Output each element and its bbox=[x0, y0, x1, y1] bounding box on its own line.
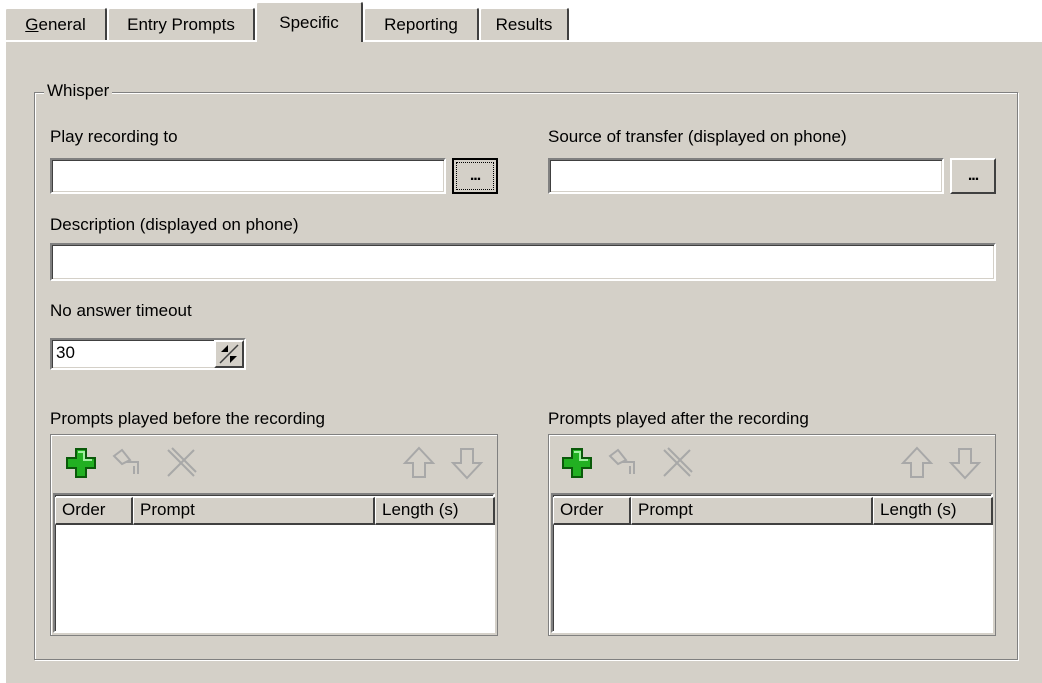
column-header-length[interactable]: Length (s) bbox=[375, 497, 495, 525]
tab-entry-prompts[interactable]: Entry Prompts bbox=[107, 7, 255, 40]
source-transfer-browse-button[interactable]: ... bbox=[950, 158, 996, 194]
prompts-after-frame: Order Prompt Length (s) bbox=[548, 434, 996, 636]
no-answer-timeout-value: 30 bbox=[56, 343, 75, 362]
tab-general-label: eneral bbox=[38, 14, 86, 34]
source-transfer-input[interactable] bbox=[548, 158, 944, 194]
tab-reporting[interactable]: Reporting bbox=[363, 7, 479, 40]
tab-general-accel: G bbox=[25, 14, 39, 34]
delete-icon bbox=[663, 447, 693, 477]
add-icon[interactable] bbox=[560, 446, 594, 480]
edit-icon bbox=[608, 448, 635, 474]
move-up-icon bbox=[900, 446, 934, 478]
prompts-after-toolbar bbox=[550, 436, 994, 490]
column-header-order[interactable]: Order bbox=[553, 497, 631, 525]
prompts-before-toolbar bbox=[52, 436, 496, 490]
tab-entry-prompts-label: Entry Prompts bbox=[127, 14, 235, 34]
column-header-prompt[interactable]: Prompt bbox=[631, 497, 873, 525]
prompts-before-list[interactable]: Order Prompt Length (s) bbox=[53, 493, 495, 633]
tab-results[interactable]: Results bbox=[479, 7, 569, 40]
play-recording-browse-button[interactable]: ... bbox=[452, 158, 498, 194]
prompts-after-list[interactable]: Order Prompt Length (s) bbox=[551, 493, 993, 633]
tab-reporting-label: Reporting bbox=[384, 14, 458, 34]
prompts-before-label: Prompts played before the recording bbox=[50, 409, 325, 428]
timeout-spinner[interactable] bbox=[214, 340, 244, 368]
delete-icon bbox=[167, 447, 197, 477]
group-title: Whisper bbox=[44, 81, 113, 101]
prompts-after-label: Prompts played after the recording bbox=[548, 409, 809, 428]
prompts-before-frame: Order Prompt Length (s) bbox=[50, 434, 498, 636]
tab-general[interactable]: General bbox=[4, 7, 107, 40]
spinner-arrows-icon bbox=[219, 344, 239, 364]
no-answer-timeout-label: No answer timeout bbox=[50, 301, 192, 320]
play-recording-input[interactable] bbox=[50, 158, 446, 194]
description-input[interactable] bbox=[50, 243, 996, 281]
move-up-icon bbox=[402, 446, 436, 478]
add-icon[interactable] bbox=[64, 446, 98, 480]
move-down-icon bbox=[948, 448, 982, 480]
tab-specific-label: Specific bbox=[279, 12, 339, 32]
description-label: Description (displayed on phone) bbox=[50, 215, 299, 234]
column-header-prompt[interactable]: Prompt bbox=[133, 497, 375, 525]
move-down-icon bbox=[450, 448, 484, 480]
source-transfer-label: Source of transfer (displayed on phone) bbox=[548, 127, 847, 146]
edit-icon bbox=[112, 448, 139, 474]
column-header-order[interactable]: Order bbox=[55, 497, 133, 525]
play-recording-label: Play recording to bbox=[50, 127, 178, 146]
tab-specific[interactable]: Specific bbox=[255, 1, 363, 42]
column-header-length[interactable]: Length (s) bbox=[873, 497, 993, 525]
tab-results-label: Results bbox=[495, 14, 553, 34]
